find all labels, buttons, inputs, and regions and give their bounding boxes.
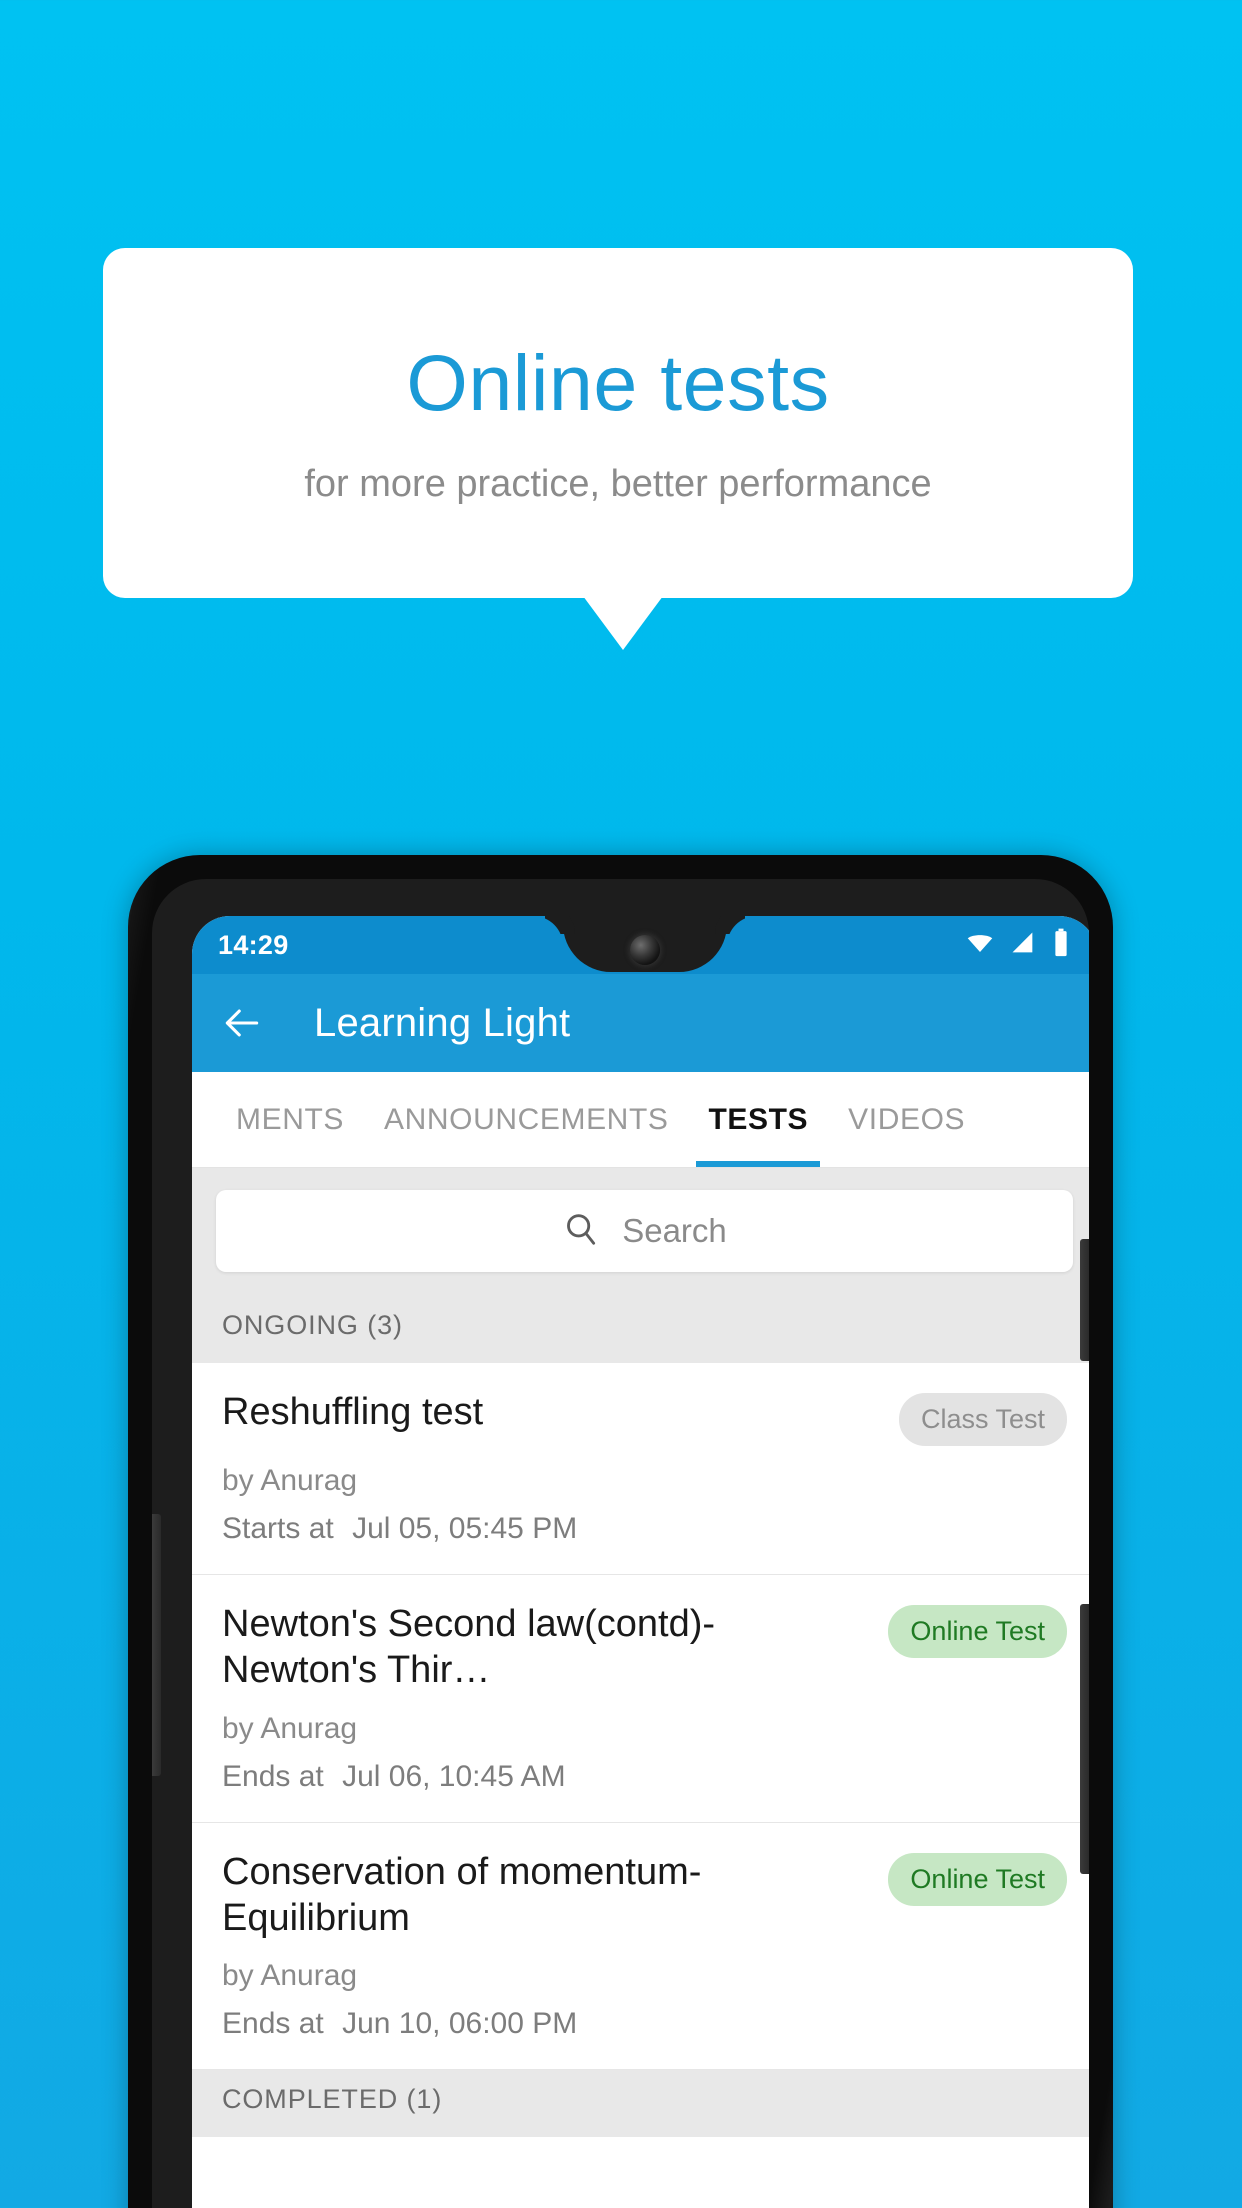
status-badge: Online Test bbox=[888, 1605, 1067, 1658]
status-time: 14:29 bbox=[218, 929, 289, 960]
test-time-label: Ends at bbox=[222, 1759, 324, 1793]
status-badge: Online Test bbox=[888, 1852, 1067, 1906]
test-author: by Anurag bbox=[222, 1711, 358, 1745]
tests-list: Search ONGOING (3) Reshuffling test Clas… bbox=[192, 1168, 1089, 2208]
tab-announcements[interactable]: ANNOUNCEMENTS bbox=[364, 1072, 688, 1167]
back-arrow-icon[interactable] bbox=[220, 1001, 264, 1045]
test-time-value: Jul 05, 05:45 PM bbox=[352, 1512, 578, 1545]
tab-tests[interactable]: TESTS bbox=[688, 1072, 828, 1167]
row-top: Reshuffling test Class Test bbox=[222, 1389, 1067, 1446]
promo-subtitle: for more practice, better performance bbox=[304, 462, 932, 505]
test-time-label: Starts at bbox=[222, 1512, 334, 1545]
test-author: by Anurag bbox=[222, 1959, 358, 1993]
status-bar: 14:29 bbox=[192, 916, 1089, 974]
table-row[interactable]: Newton's Second law(contd)-Newton's Thir… bbox=[192, 1575, 1089, 1823]
tab-assignments[interactable]: MENTS bbox=[216, 1072, 364, 1167]
test-time: Ends at Jun 10, 06:00 PM bbox=[222, 2007, 1067, 2041]
power-button[interactable] bbox=[1080, 1239, 1089, 1361]
test-title: Conservation of momentum-Equilibrium bbox=[222, 1850, 702, 1940]
app-bar: Learning Light bbox=[192, 974, 1089, 1072]
front-camera-icon bbox=[629, 935, 660, 965]
promo-callout-card: Online tests for more practice, better p… bbox=[103, 248, 1133, 598]
battery-icon bbox=[1051, 928, 1071, 963]
search-icon bbox=[562, 1210, 600, 1253]
test-time-label: Ends at bbox=[222, 2007, 324, 2041]
section-header-completed: COMPLETED (1) bbox=[192, 2070, 1089, 2138]
promo-callout-tail bbox=[583, 596, 663, 650]
test-time: Ends at Jul 06, 10:45 AM bbox=[222, 1760, 1067, 1794]
camera-notch bbox=[562, 916, 727, 972]
side-button-left[interactable] bbox=[152, 1514, 161, 1776]
test-title: Reshuffling test bbox=[222, 1391, 484, 1433]
test-time-value: Jul 06, 10:45 AM bbox=[342, 1759, 566, 1793]
row-top: Conservation of momentum-Equilibrium Onl… bbox=[222, 1849, 1067, 1942]
search-input[interactable]: Search bbox=[216, 1190, 1073, 1272]
volume-button[interactable] bbox=[1080, 1604, 1089, 1874]
test-time-value: Jun 10, 06:00 PM bbox=[342, 2007, 578, 2041]
test-title: Newton's Second law(contd)-Newton's Thir… bbox=[222, 1603, 716, 1692]
phone-screen: 14:29 Learning Light MENTS ANNOUNCEMENTS… bbox=[192, 916, 1089, 2208]
section-header-ongoing: ONGOING (3) bbox=[192, 1296, 1089, 1363]
table-row[interactable]: Conservation of momentum-Equilibrium Onl… bbox=[192, 1822, 1089, 2071]
test-time: Starts at Jul 05, 05:45 PM bbox=[222, 1512, 1067, 1546]
tab-videos[interactable]: VIDEOS bbox=[828, 1072, 985, 1167]
signal-icon bbox=[1009, 929, 1037, 962]
test-author: by Anurag bbox=[222, 1464, 358, 1497]
phone-bezel: 14:29 Learning Light MENTS ANNOUNCEMENTS… bbox=[152, 879, 1089, 2208]
row-top: Newton's Second law(contd)-Newton's Thir… bbox=[222, 1601, 1067, 1694]
promo-title: Online tests bbox=[406, 338, 830, 428]
table-row[interactable]: Reshuffling test Class Test by Anurag St… bbox=[192, 1363, 1089, 1575]
tab-bar: MENTS ANNOUNCEMENTS TESTS VIDEOS bbox=[192, 1072, 1089, 1168]
wifi-icon bbox=[965, 928, 995, 963]
phone-device-frame: 14:29 Learning Light MENTS ANNOUNCEMENTS… bbox=[128, 855, 1113, 2208]
search-placeholder: Search bbox=[622, 1212, 727, 1249]
app-title: Learning Light bbox=[314, 1000, 571, 1045]
search-zone: Search bbox=[192, 1168, 1089, 1296]
status-badge: Class Test bbox=[898, 1393, 1067, 1446]
status-icons bbox=[965, 928, 1071, 963]
